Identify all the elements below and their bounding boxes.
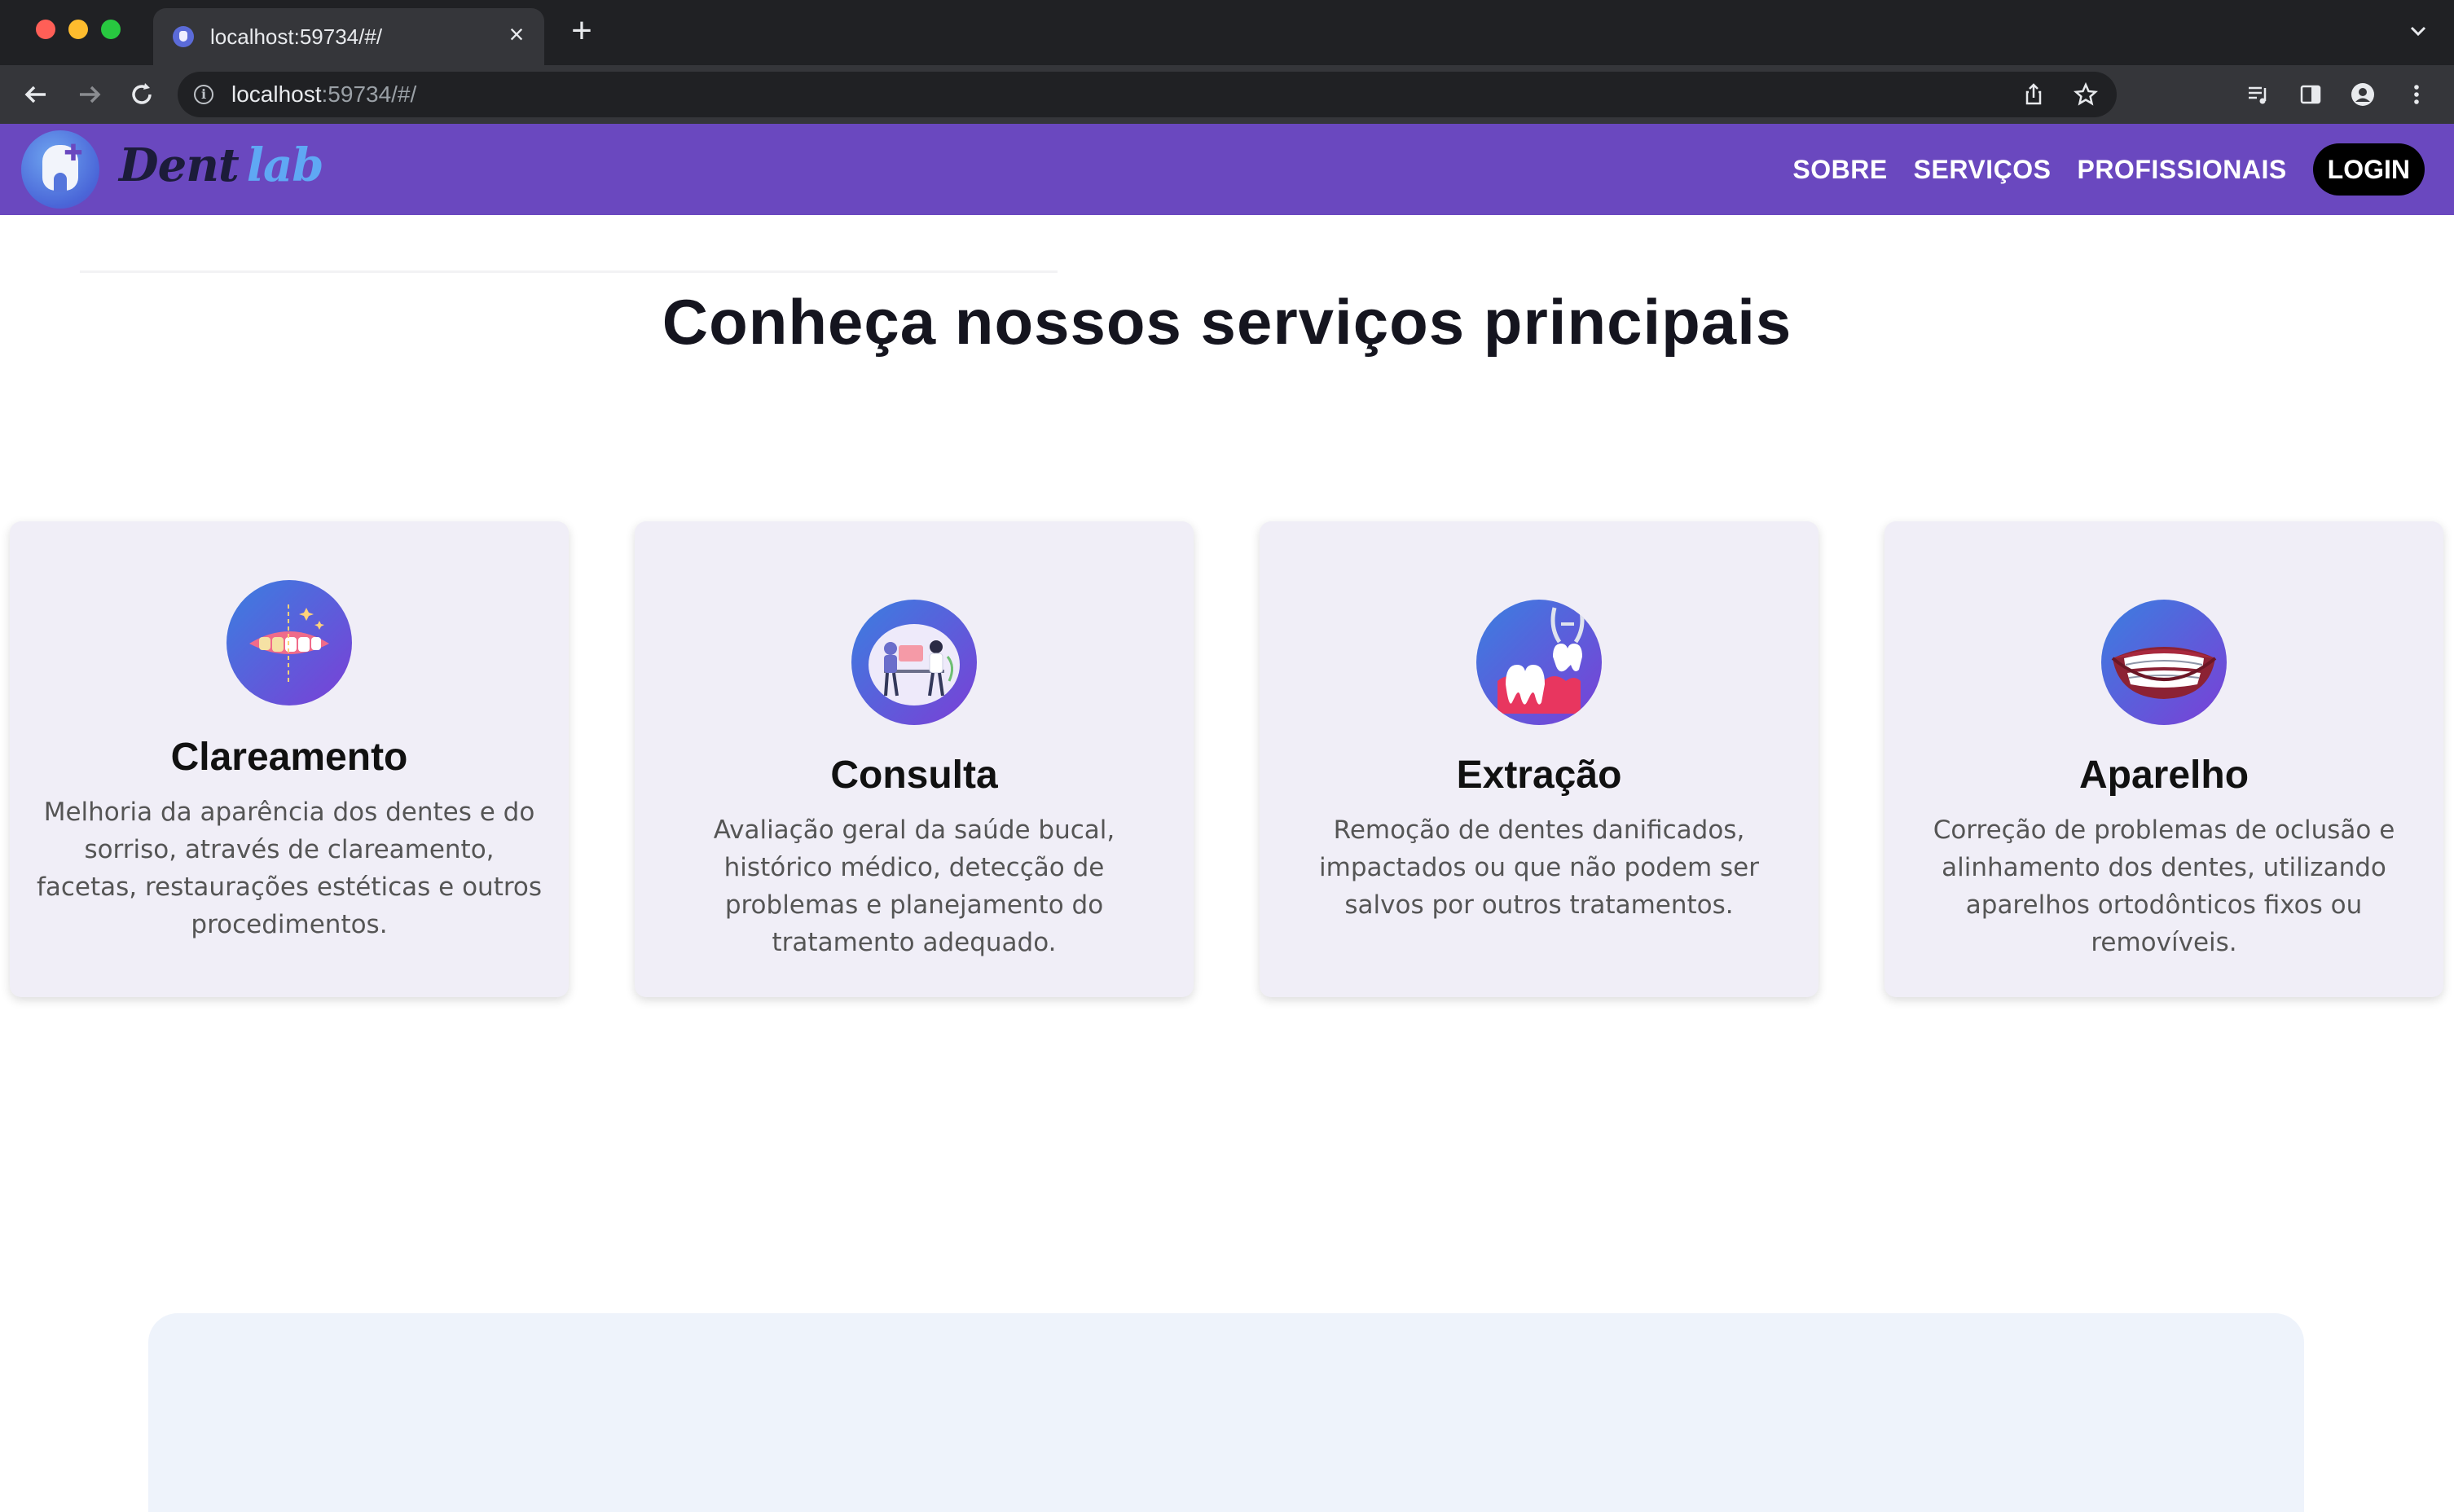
plus-icon: ✚ <box>64 140 83 165</box>
card-description: Correção de problemas de oclusão e alinh… <box>1933 815 2395 957</box>
back-arrow-icon[interactable] <box>21 80 51 109</box>
window-close-button[interactable] <box>36 20 55 39</box>
chevron-down-icon[interactable] <box>2405 18 2431 44</box>
card-title: Consulta <box>830 754 998 797</box>
whitening-teeth-icon <box>226 580 352 705</box>
browser-tab[interactable]: localhost:59734/#/ × <box>153 8 544 65</box>
more-menu-icon[interactable] <box>2403 81 2430 108</box>
service-card-extracao[interactable]: Extração Remoção de dentes danificados, … <box>1260 521 1819 997</box>
media-queue-icon[interactable] <box>2245 81 2271 108</box>
consultation-icon <box>851 600 977 725</box>
new-tab-button[interactable]: + <box>565 13 598 49</box>
card-description: Remoção de dentes danificados, impactado… <box>1319 815 1759 920</box>
tab-title: localhost:59734/#/ <box>210 24 383 49</box>
card-description: Melhoria da aparência dos dentes e do so… <box>36 798 543 939</box>
card-title: Clareamento <box>170 736 408 779</box>
login-button[interactable]: LOGIN <box>2312 143 2425 196</box>
dentlab-logo-icon[interactable]: ✚ <box>21 130 99 209</box>
address-bar[interactable]: i localhost:59734/#/ <box>178 72 2117 117</box>
browser-tab-strip: localhost:59734/#/ × + <box>0 0 2454 65</box>
brand-wordmark[interactable]: Dent lab <box>119 138 323 192</box>
window-zoom-button[interactable] <box>101 20 121 39</box>
forward-arrow-icon[interactable] <box>75 80 104 109</box>
services-heading: Conheça nossos serviços principais <box>662 286 1792 358</box>
nav-sobre-link[interactable]: SOBRE <box>1792 155 1887 185</box>
window-minimize-button[interactable] <box>68 20 88 39</box>
card-title: Extração <box>1456 754 1622 797</box>
reload-icon[interactable] <box>127 80 156 109</box>
service-card-clareamento[interactable]: Clareamento Melhoria da aparência dos de… <box>10 521 569 997</box>
tooth-favicon-icon <box>173 26 194 47</box>
nav-profissionais-link[interactable]: PROFISSIONAIS <box>2077 155 2286 185</box>
tooth-extraction-icon <box>1476 600 1602 725</box>
top-divider <box>80 270 1058 273</box>
service-card-aparelho[interactable]: Aparelho Correção de problemas de oclusã… <box>1884 521 2443 997</box>
site-header: ✚ Dent lab SOBRE SERVIÇOS PROFISSIONAIS L… <box>0 124 2454 215</box>
nav-servicos-link[interactable]: SERVIÇOS <box>1914 155 2052 185</box>
tab-close-button[interactable]: × <box>504 21 530 47</box>
service-card-consulta[interactable]: Consulta Avaliação geral da saúde bucal,… <box>635 521 1194 997</box>
services-card-list: Clareamento Melhoria da aparência dos de… <box>10 521 2446 997</box>
url-text: localhost:59734/#/ <box>231 81 417 107</box>
main-nav: SOBRE SERVIÇOS PROFISSIONAIS LOGIN <box>1792 143 2425 196</box>
site-info-icon[interactable]: i <box>194 85 213 104</box>
browser-toolbar: i localhost:59734/#/ <box>0 65 2454 124</box>
card-title: Aparelho <box>2078 754 2250 797</box>
share-icon[interactable] <box>2021 81 2047 108</box>
side-panel-icon[interactable] <box>2298 81 2324 108</box>
next-section-panel <box>148 1313 2304 1512</box>
bookmark-star-icon[interactable] <box>2073 81 2099 108</box>
profile-icon[interactable] <box>2350 81 2376 108</box>
card-description: Avaliação geral da saúde bucal, históric… <box>713 815 1115 957</box>
braces-smile-icon <box>2101 600 2227 725</box>
